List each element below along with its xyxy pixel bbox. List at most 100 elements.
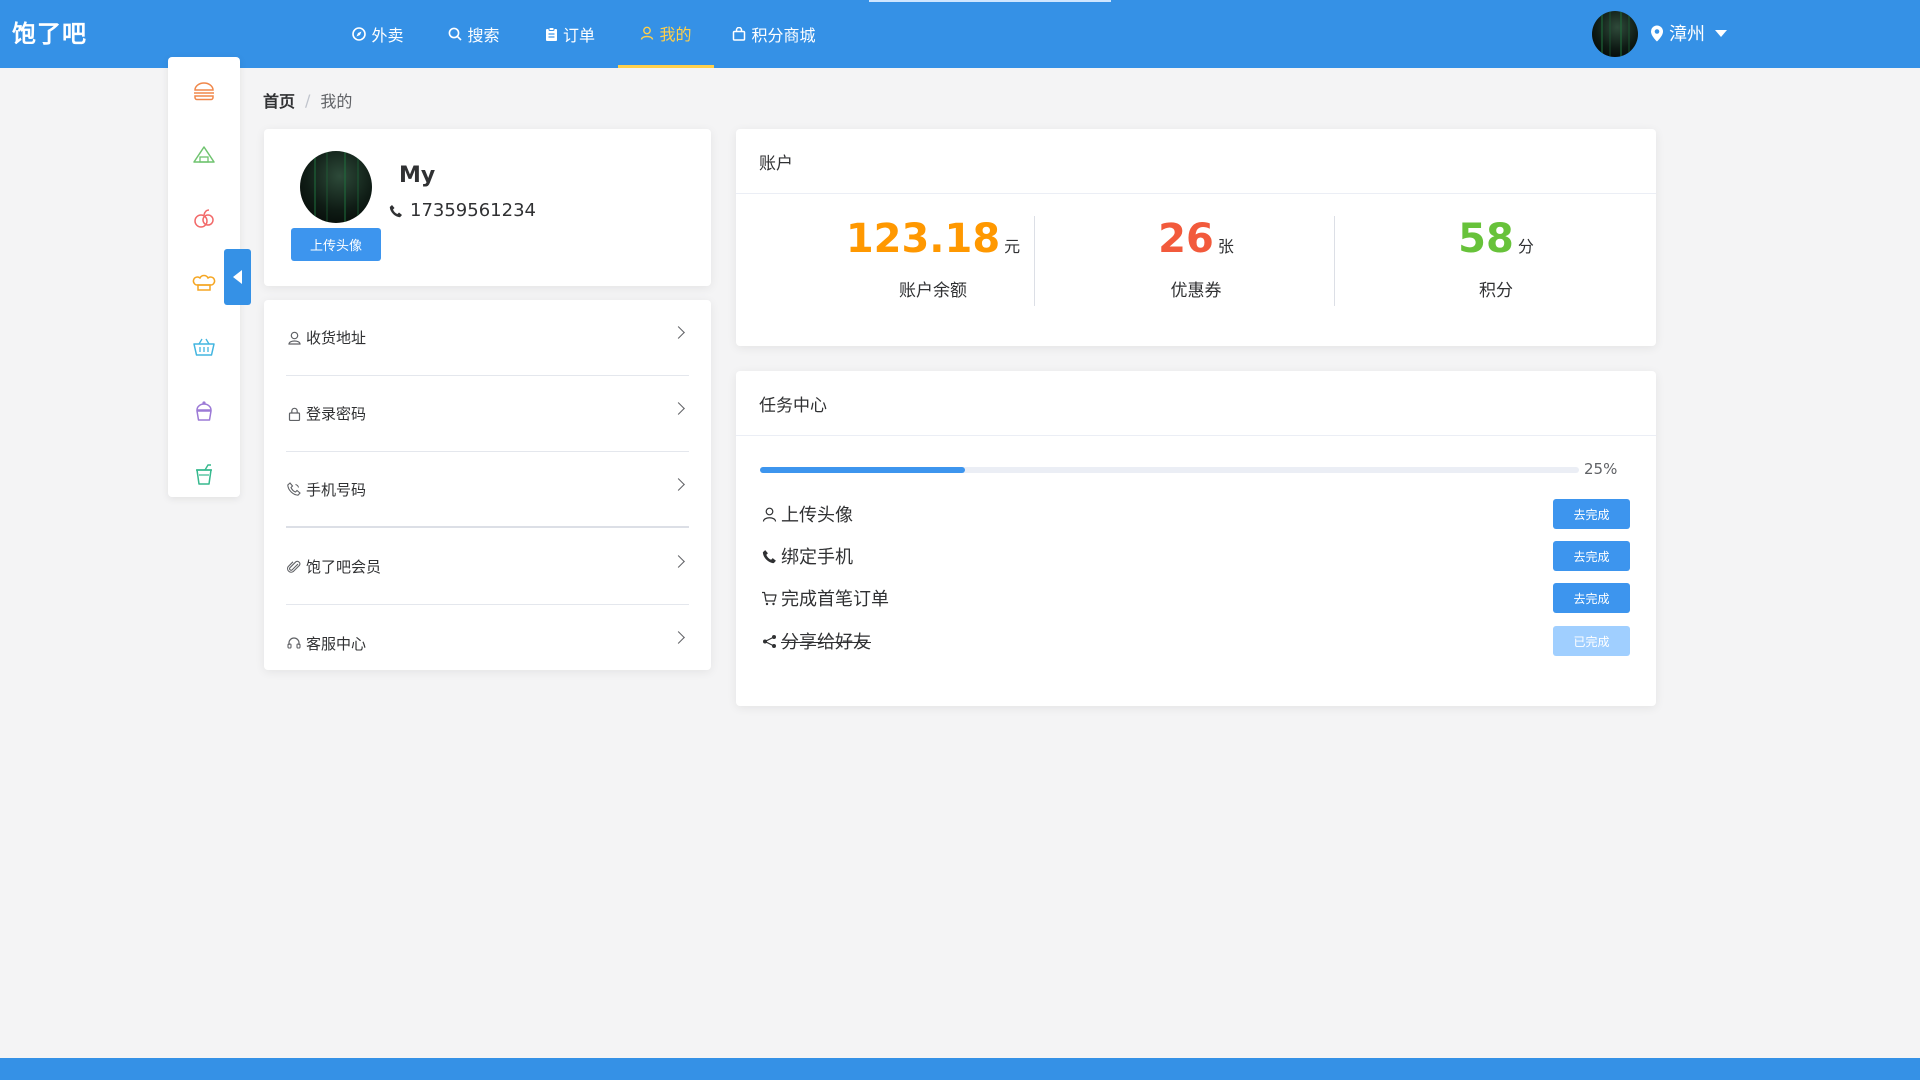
cart-icon [760,589,778,607]
chevron-right-icon [672,631,685,644]
upload-avatar-button[interactable]: 上传头像 [291,228,381,261]
chevron-down-icon [1715,29,1727,37]
profile-name: My [399,163,436,188]
task-label: 完成首笔订单 [781,589,889,610]
basket-icon[interactable] [190,333,218,361]
main-nav: 外卖 搜索 订单 我的 积分商城 [330,0,834,68]
stat-points[interactable]: 58 分 积分 [1346,216,1646,301]
task-label: 上传头像 [781,505,853,526]
drink-icon[interactable] [190,461,218,489]
top-accent-line [869,0,1111,2]
nav-item-label: 订单 [562,26,595,45]
profile-card: My 17359561234 上传头像 [264,129,711,286]
stat-unit: 元 [1004,237,1021,256]
menu-item-customer-service[interactable]: 客服中心 [286,605,689,681]
location-pin-icon [1651,25,1663,41]
profile-phone: 17359561234 [389,200,536,221]
header-avatar[interactable] [1592,11,1638,57]
burger-icon[interactable] [190,77,218,105]
nav-item-search[interactable]: 搜索 [426,0,522,68]
user-icon [640,26,654,40]
menu-item-label: 手机号码 [306,480,367,499]
headset-icon [286,635,302,651]
cupcake-icon[interactable] [190,397,218,425]
stat-unit: 分 [1517,237,1534,256]
settings-menu: 收货地址 登录密码 手机号码 饱了吧会员 客服中心 [264,300,711,670]
search-icon [448,27,463,41]
profile-phone-number: 17359561234 [410,200,536,221]
task-go-button[interactable]: 去完成 [1553,541,1630,571]
task-label: 分享给好友 [781,632,871,653]
phone-icon [389,204,402,217]
city-selector[interactable]: 漳州 [1650,20,1727,46]
task-row: 完成首笔订单 去完成 [760,583,1630,613]
breadcrumb: 首页 / 我的 [263,88,352,112]
footer-bar [0,1058,1920,1080]
paperclip-icon [286,559,302,575]
stat-balance[interactable]: 123.18 元 账户余额 [783,216,1083,301]
menu-item-membership[interactable]: 饱了吧会员 [286,529,689,605]
task-center-title: 任务中心 [736,371,1656,436]
share-icon [760,632,778,650]
task-progress-fill [760,467,965,473]
phone-icon [760,547,778,565]
chevron-right-icon [672,402,685,415]
nav-item-label: 搜索 [467,26,500,45]
app-logo[interactable]: 饱了吧 [12,14,87,49]
task-row: 绑定手机 去完成 [760,541,1630,571]
menu-item-label: 饱了吧会员 [306,558,382,576]
collapse-sidebar-button[interactable] [224,249,251,305]
compass-icon [352,27,367,41]
task-done-button: 已完成 [1553,626,1630,656]
chevron-right-icon [672,326,685,339]
nav-item-mine[interactable]: 我的 [618,0,714,68]
task-center-card: 任务中心 25% 上传头像 去完成 绑定手机 去完成 完成首笔订单 去完成 分享… [736,371,1656,706]
shopping-bag-icon [732,27,746,41]
menu-item-phone[interactable]: 手机号码 [286,452,689,528]
rice-ball-icon[interactable] [190,141,218,169]
stat-value: 58 [1458,216,1514,262]
user-icon [760,505,778,523]
account-title: 账户 [736,129,1656,194]
menu-item-address[interactable]: 收货地址 [286,300,689,376]
city-name: 漳州 [1669,24,1705,45]
task-go-button[interactable]: 去完成 [1553,583,1630,613]
nav-item-points-mall[interactable]: 积分商城 [714,0,834,68]
stat-divider [1034,216,1035,306]
nav-item-label: 我的 [659,24,692,44]
stat-label: 积分 [1479,281,1513,301]
chef-hat-icon[interactable] [190,269,218,297]
breadcrumb-current: 我的 [320,92,353,111]
task-label: 绑定手机 [781,547,853,568]
fruit-icon[interactable] [190,205,218,233]
chevron-right-icon [672,555,685,568]
stat-label: 账户余额 [899,281,967,301]
clipboard-icon [545,26,558,42]
nav-item-label: 积分商城 [751,26,816,45]
chevron-right-icon [672,478,685,491]
task-row: 上传头像 去完成 [760,499,1630,529]
nav-item-takeout[interactable]: 外卖 [330,0,426,68]
menu-item-password[interactable]: 登录密码 [286,376,689,452]
stat-value: 26 [1158,216,1214,262]
nav-item-label: 外卖 [371,26,404,45]
breadcrumb-home[interactable]: 首页 [263,88,295,112]
location-user-icon [286,330,302,346]
stat-unit: 张 [1217,237,1234,256]
stat-label: 优惠券 [1170,281,1222,301]
task-go-button[interactable]: 去完成 [1553,499,1630,529]
menu-item-label: 收货地址 [306,329,367,347]
lock-icon [286,406,302,422]
account-card: 账户 123.18 元 账户余额 26 张 优惠券 58 分 积分 [736,129,1656,346]
task-progress-bar [760,467,1579,473]
phone-outline-icon [286,481,302,497]
chevron-left-icon [233,270,242,284]
avatar [300,151,372,223]
top-nav-bar: 饱了吧 外卖 搜索 订单 我的 积分商城 漳州 [0,0,1920,68]
task-progress-text: 25% [1584,460,1618,478]
menu-item-label: 客服中心 [306,634,367,653]
breadcrumb-separator: / [305,90,311,110]
stat-coupons[interactable]: 26 张 优惠券 [1046,216,1346,301]
stat-divider [1334,216,1335,306]
nav-item-orders[interactable]: 订单 [522,0,618,68]
